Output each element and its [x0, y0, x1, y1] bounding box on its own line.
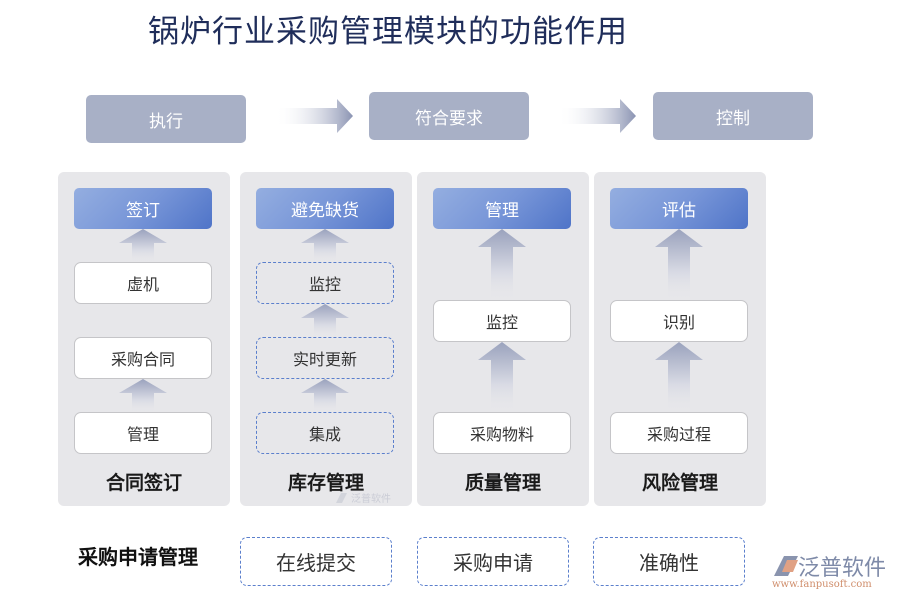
up-arrow-icon [655, 342, 703, 412]
panel-head: 避免缺货 [256, 188, 394, 229]
panel-item: 采购合同 [74, 337, 212, 379]
panel-inventory-management: 避免缺货 监控 实时更新 集成 库存管理 泛普软件 [240, 172, 412, 506]
panel-item: 管理 [74, 412, 212, 454]
up-arrow-icon [119, 229, 167, 263]
panel-label: 合同签订 [105, 472, 182, 494]
panel-risk-management: 评估 识别 采购过程 风险管理 [594, 172, 766, 506]
logo-url: www.fanpusoft.com [772, 579, 872, 590]
panel-contract-signing: 签订 虚机 采购合同 管理 合同签订 [58, 172, 230, 506]
logo-name: 泛普软件 [798, 556, 887, 581]
bottom-item-accuracy: 准确性 [593, 537, 745, 586]
panel-label: 质量管理 [464, 472, 541, 494]
watermark-text: 泛普软件 [351, 494, 391, 505]
watermark-logo-icon [336, 492, 347, 503]
watermark: 泛普软件 [334, 490, 391, 505]
panel-quality-management: 管理 监控 采购物料 质量管理 [417, 172, 589, 506]
flow-step-compliance: 符合要求 [369, 92, 529, 140]
up-arrow-icon [301, 379, 349, 413]
right-arrow-icon [558, 99, 636, 133]
panel-item: 集成 [256, 412, 394, 454]
bottom-item-purchase-request: 采购申请 [417, 537, 569, 586]
bottom-item-online-submit: 在线提交 [240, 537, 392, 586]
up-arrow-icon [478, 342, 526, 412]
flow-step-execute: 执行 [86, 95, 246, 143]
purchase-request-label: 采购申请管理 [78, 545, 198, 569]
up-arrow-icon [119, 379, 167, 413]
flow-step-control: 控制 [653, 92, 813, 140]
fanpu-logo-icon [774, 556, 798, 576]
panel-item: 虚机 [74, 262, 212, 304]
panel-head: 签订 [74, 188, 212, 229]
right-arrow-icon [275, 99, 353, 133]
up-arrow-icon [301, 304, 349, 338]
up-arrow-icon [478, 229, 526, 301]
panel-item: 采购物料 [433, 412, 571, 454]
panel-item: 监控 [433, 300, 571, 342]
panel-item: 采购过程 [610, 412, 748, 454]
up-arrow-icon [301, 229, 349, 263]
fanpu-logo: 泛普软件 www.fanpusoft.com [770, 552, 895, 597]
panel-head: 管理 [433, 188, 571, 229]
up-arrow-icon [655, 229, 703, 301]
panel-item: 监控 [256, 262, 394, 304]
panel-item: 实时更新 [256, 337, 394, 379]
panel-label: 风险管理 [641, 472, 718, 494]
panel-item: 识别 [610, 300, 748, 342]
panel-head: 评估 [610, 188, 748, 229]
page-title: 锅炉行业采购管理模块的功能作用 [148, 14, 628, 50]
